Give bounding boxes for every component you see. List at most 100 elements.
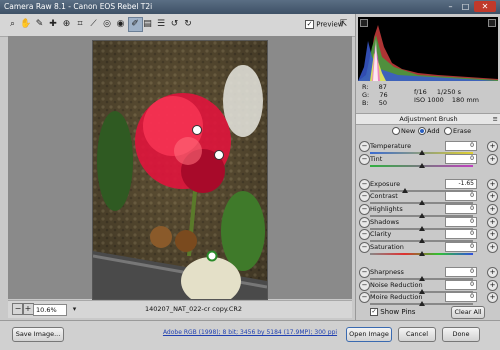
mode-erase[interactable]: Erase — [444, 127, 471, 135]
hand-tool-icon[interactable]: ✋ — [20, 18, 33, 31]
open-image-button[interactable]: Open Image — [346, 327, 392, 342]
highlight-clipping-icon[interactable] — [488, 19, 496, 27]
r-value: 87 — [378, 83, 387, 91]
slider-value[interactable]: 0 — [445, 216, 477, 227]
slider-label: Contrast — [370, 192, 398, 201]
image-canvas[interactable] — [8, 36, 352, 300]
rotate-ccw-icon[interactable]: ↺ — [168, 18, 181, 31]
slider-label: Noise Reduction — [370, 280, 423, 289]
mode-add[interactable]: Add — [418, 127, 440, 135]
minus-icon[interactable]: − — [359, 191, 370, 203]
rotate-cw-icon[interactable]: ↻ — [182, 18, 195, 31]
exif-readout: f/16 1/250 s ISO 1000 180 mm — [414, 88, 479, 104]
white-balance-tool-icon[interactable]: ✎ — [33, 18, 46, 31]
show-pins-checkbox[interactable]: ✓ — [370, 308, 378, 316]
slider-value[interactable]: 0 — [445, 229, 477, 240]
save-image-button[interactable]: Save Image... — [12, 327, 64, 342]
shadow-clipping-icon[interactable] — [360, 19, 368, 27]
panel-menu-icon[interactable]: ≡ — [493, 114, 498, 124]
slider-value[interactable]: 0 — [445, 267, 477, 277]
preferences-icon[interactable]: ☰ — [155, 18, 168, 31]
preview-checkbox[interactable]: ✓ — [305, 20, 314, 29]
targeted-adjustment-tool-icon[interactable]: ⊕ — [60, 18, 73, 31]
photo-preview[interactable] — [92, 40, 268, 300]
zoom-level: 10.6% — [36, 306, 57, 314]
slider-value[interactable]: 0 — [445, 141, 477, 151]
spot-removal-tool-icon[interactable]: ◎ — [101, 18, 114, 31]
slider-label: Highlights — [370, 205, 403, 213]
workflow-options-link[interactable]: Adobe RGB (1998); 8 bit; 3456 by 5184 (1… — [155, 329, 345, 336]
plus-icon[interactable]: + — [487, 267, 498, 278]
slider-thumb[interactable] — [418, 162, 425, 168]
slider-label: Saturation — [370, 242, 404, 251]
slider-label: Sharpness — [370, 268, 404, 276]
adjustment-pin-selected[interactable] — [206, 250, 218, 262]
mode-new[interactable]: New — [392, 127, 415, 135]
minus-icon[interactable]: − — [359, 178, 370, 190]
flower-photo — [93, 41, 267, 299]
window-title: Camera Raw 8.1 - Canon EOS Rebel T2i — [4, 2, 153, 11]
plus-icon[interactable]: + — [487, 153, 498, 165]
g-value: 76 — [379, 91, 388, 99]
clear-all-button[interactable]: Clear All — [451, 306, 485, 319]
slider-label: Shadows — [370, 217, 400, 226]
slider-value[interactable]: 0 — [445, 241, 477, 252]
close-icon[interactable]: ✕ — [474, 1, 496, 12]
bottom-bar: Save Image... Adobe RGB (1998); 8 bit; 3… — [0, 320, 500, 350]
slider-label: Clarity — [370, 230, 392, 239]
slider-tint[interactable]: − Tint 0 + — [356, 153, 500, 172]
slider-value[interactable]: 0 — [445, 191, 477, 202]
slider-value[interactable]: 0 — [445, 153, 477, 164]
fullscreen-icon[interactable]: ⇱ — [337, 18, 350, 31]
minus-icon[interactable]: − — [359, 204, 370, 215]
minus-icon[interactable]: − — [359, 153, 370, 165]
plus-icon[interactable]: + — [487, 241, 498, 253]
plus-icon[interactable]: + — [487, 292, 498, 304]
slider-value[interactable]: 0 — [445, 279, 477, 290]
red-eye-tool-icon[interactable]: ◉ — [114, 18, 127, 31]
graduated-filter-tool-icon[interactable]: ▤ — [141, 18, 154, 31]
show-pins-label: Show Pins — [380, 308, 416, 316]
minus-icon[interactable]: − — [359, 141, 370, 152]
slider-value[interactable]: 0 — [445, 204, 477, 214]
slider-thumb[interactable] — [418, 250, 425, 256]
minus-icon[interactable]: − — [359, 267, 370, 278]
minus-icon[interactable]: − — [359, 279, 370, 291]
minimize-icon[interactable]: – — [444, 1, 457, 12]
crop-tool-icon[interactable]: ⌗ — [74, 18, 87, 31]
slider-label: Exposure — [370, 179, 401, 188]
straighten-tool-icon[interactable]: ⟋ — [87, 18, 100, 31]
adjustment-pin[interactable] — [192, 125, 202, 135]
slider-value[interactable]: 0 — [445, 292, 477, 303]
slider-value[interactable]: -1.65 — [445, 178, 477, 189]
cancel-button[interactable]: Cancel — [398, 327, 436, 342]
zoom-level-field[interactable]: 10.6% — [33, 304, 67, 316]
iso: ISO 1000 — [414, 96, 444, 104]
plus-icon[interactable]: + — [487, 178, 498, 190]
b-value: 50 — [378, 99, 388, 107]
show-pins-toggle[interactable]: ✓ Show Pins — [370, 308, 415, 316]
done-button[interactable]: Done — [442, 327, 480, 342]
title-bar: Camera Raw 8.1 - Canon EOS Rebel T2i – □… — [0, 0, 500, 14]
plus-icon[interactable]: + — [487, 141, 498, 152]
chevron-down-icon[interactable]: ▾ — [68, 303, 81, 316]
minus-icon[interactable]: − — [359, 229, 370, 241]
plus-icon[interactable]: + — [487, 216, 498, 228]
plus-icon[interactable]: + — [487, 279, 498, 291]
histogram — [358, 17, 498, 81]
plus-icon[interactable]: + — [487, 191, 498, 203]
rgb-readout: R: 87 G: 76 B: 50 — [362, 83, 388, 107]
camera-raw-window: Camera Raw 8.1 - Canon EOS Rebel T2i – □… — [0, 0, 500, 350]
plus-icon[interactable]: + — [487, 229, 498, 241]
zoom-tool-icon[interactable]: ⌕ — [6, 18, 19, 31]
plus-icon[interactable]: + — [487, 204, 498, 215]
histogram-graph — [358, 25, 498, 81]
color-sampler-tool-icon[interactable]: ✚ — [47, 18, 60, 31]
adjustment-pin[interactable] — [214, 150, 224, 160]
maximize-icon[interactable]: □ — [459, 1, 472, 12]
minus-icon[interactable]: − — [359, 216, 370, 228]
minus-icon[interactable]: − — [359, 292, 370, 304]
slider-saturation[interactable]: − Saturation 0 + — [356, 241, 500, 260]
status-bar: − + 10.6% ▾ 140207_NAT_022-cr copy.CR2 — [8, 300, 352, 318]
minus-icon[interactable]: − — [359, 241, 370, 253]
